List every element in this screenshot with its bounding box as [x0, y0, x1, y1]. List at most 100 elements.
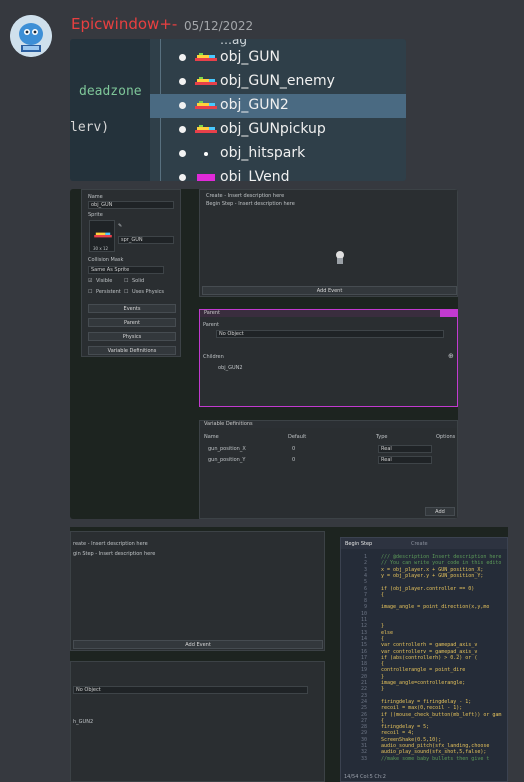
spark-sprite-icon	[204, 152, 208, 156]
code-line[interactable]: image_angle = point_direction(x,y,mo	[381, 604, 489, 610]
physics-button[interactable]: Physics	[88, 332, 176, 341]
code-line[interactable]: image_angle=controllerangle;	[381, 680, 465, 686]
tree-item-selected[interactable]: obj_GUN2	[150, 94, 406, 118]
sprite-size: 30 x 12	[93, 246, 109, 251]
attachment-image-asset-tree[interactable]: deadzone lerv) …ag obj_GUN obj_GUN_enemy…	[70, 39, 406, 181]
line-number: 15	[360, 642, 367, 649]
code-line[interactable]: x = obj_player.x + GUN_position_X;	[381, 567, 483, 573]
tree-item-label: obj_GUN	[220, 49, 280, 65]
event-item[interactable]: gin Step - Insert description here	[73, 551, 155, 557]
code-line[interactable]: {	[381, 636, 384, 642]
add-event-button[interactable]: Add Event	[202, 286, 457, 295]
tree-item-label: obj_GUN2	[220, 97, 289, 113]
code-line[interactable]: }	[381, 686, 384, 692]
code-line[interactable]: firingdelay = firingdelay - 1;	[381, 699, 471, 705]
code-line[interactable]: var controllerh = gamepad_axis_v	[381, 642, 477, 648]
parent-label: Parent	[203, 322, 220, 328]
persistent-checkbox[interactable]: ☐	[88, 289, 92, 295]
code-line[interactable]: }	[381, 623, 384, 629]
code-line[interactable]: controllerangle = point_dire	[381, 667, 465, 673]
tab-create[interactable]: Create	[411, 541, 428, 547]
event-item[interactable]: Create - Insert description here	[206, 193, 284, 199]
line-number: 21	[360, 680, 367, 686]
attachment-image-code-editor[interactable]: reate - Insert description here gin Step…	[70, 527, 508, 782]
variable-default[interactable]: 0	[292, 446, 295, 452]
events-button[interactable]: Events	[88, 304, 176, 313]
tree-item[interactable]: obj_LVend	[150, 166, 406, 181]
code-line[interactable]: {	[381, 592, 384, 598]
code-editor[interactable]: Begin Step Create 1 /// @description Inse…	[340, 537, 508, 782]
code-line[interactable]: audio_sound_pitch(sfx_landing,choose	[381, 743, 489, 749]
code-line[interactable]: var controllerv = gamepad_axis_v	[381, 649, 477, 655]
attachment-image-object-editor[interactable]: Name obj_GUN Sprite 30 x 12 spr_GUN ✎ Co…	[70, 189, 458, 519]
code-line[interactable]: audio_play_sound(sfx_shot,5,false);	[381, 749, 486, 755]
code-line[interactable]: }	[381, 674, 384, 680]
author-name[interactable]: Epicwindow+-	[71, 15, 177, 33]
column-header: Options	[436, 434, 456, 440]
visible-label: Visible	[96, 278, 113, 284]
add-event-button[interactable]: Add Event	[73, 640, 323, 649]
code-line[interactable]: if ((mouse_check_button(mb_left)) or gam	[381, 712, 501, 718]
variable-name[interactable]: gun_position_X	[208, 446, 246, 452]
code-line[interactable]: if (obj_player.controller == 0)	[381, 586, 474, 592]
parent-select[interactable]: No Object	[73, 686, 308, 694]
sprite-preview[interactable]: 30 x 12	[89, 220, 115, 252]
avatar[interactable]	[10, 15, 52, 57]
visible-checkbox[interactable]: ☑	[88, 278, 92, 284]
child-item[interactable]: obj_GUN2	[218, 365, 243, 371]
persistent-label: Persistent	[96, 289, 121, 295]
variable-definitions-button[interactable]: Variable Definitions	[88, 346, 176, 355]
code-line[interactable]: ScreenShake(0.5,10);	[381, 737, 441, 743]
code-line[interactable]: //make some baby bullets then give t	[381, 756, 489, 762]
add-child-icon[interactable]: ⊕	[448, 352, 454, 360]
tree-item[interactable]: obj_GUNpickup	[150, 118, 406, 142]
events-panel: reate - Insert description here gin Step…	[70, 531, 325, 651]
code-line[interactable]: /// @description Insert description here	[381, 554, 501, 560]
code-line[interactable]: y = obj_player.y + GUN_position_Y;	[381, 573, 483, 579]
event-item[interactable]: reate - Insert description here	[73, 541, 148, 547]
line-number: 22	[360, 686, 367, 693]
name-field[interactable]: obj_GUN	[88, 201, 174, 209]
code-line[interactable]: recoil = max(0,recoil - 1);	[381, 705, 462, 711]
variable-default[interactable]: 0	[292, 457, 295, 463]
add-variable-button[interactable]: Add	[425, 507, 455, 516]
line-number: 11	[360, 617, 367, 623]
code-line[interactable]: recoil = 4;	[381, 730, 414, 736]
parent-panel: Parent Parent No Object Children obj_GUN…	[199, 309, 458, 407]
variable-type[interactable]: Real	[378, 456, 432, 464]
variables-panel-header: Variable Definitions	[200, 421, 457, 428]
tree-item[interactable]: obj_hitspark	[150, 142, 406, 166]
tree-item[interactable]: obj_GUN	[150, 46, 406, 70]
parent-accent	[440, 310, 458, 317]
line-number: 1	[363, 554, 367, 560]
line-number: 27	[360, 717, 367, 724]
parent-button[interactable]: Parent	[88, 318, 176, 327]
tree-item-label: obj_LVend	[220, 169, 290, 181]
solid-checkbox[interactable]: ☐	[124, 278, 128, 284]
parent-select[interactable]: No Object	[216, 330, 444, 338]
tree-item[interactable]: obj_GUN_enemy	[150, 70, 406, 94]
code-line[interactable]: firingdelay = 5;	[381, 724, 429, 730]
line-number: 29	[360, 730, 367, 737]
physics-checkbox[interactable]: ☐	[124, 289, 128, 295]
event-item[interactable]: Begin Step - Insert description here	[206, 201, 295, 207]
line-number: 10	[360, 610, 367, 617]
code-line[interactable]: {	[381, 718, 384, 724]
sprite-label: Sprite	[88, 212, 103, 218]
sprite-field[interactable]: spr_GUN	[118, 236, 174, 244]
code-line[interactable]: {	[381, 661, 384, 667]
code-line[interactable]: else	[381, 630, 393, 636]
code-line[interactable]: if (abs(controllerh) > 0.2) or (	[381, 655, 477, 661]
gun-sprite-icon	[94, 232, 112, 238]
collision-select[interactable]: Same As Sprite	[88, 266, 164, 274]
line-number: 7	[363, 591, 367, 598]
tree-item-label: obj_GUNpickup	[220, 121, 326, 137]
code-line[interactable]: // You can write your code in this edito	[381, 560, 501, 566]
tab-begin-step[interactable]: Begin Step	[345, 541, 372, 547]
line-number: 20	[360, 673, 367, 680]
sprite-edit-icon[interactable]: ✎	[118, 223, 122, 229]
variable-type[interactable]: Real	[378, 445, 432, 453]
variable-name[interactable]: gun_position_Y	[208, 457, 245, 463]
variables-panel-title: Variable Definitions	[204, 421, 253, 427]
child-item[interactable]: h_GUN2	[73, 719, 93, 725]
